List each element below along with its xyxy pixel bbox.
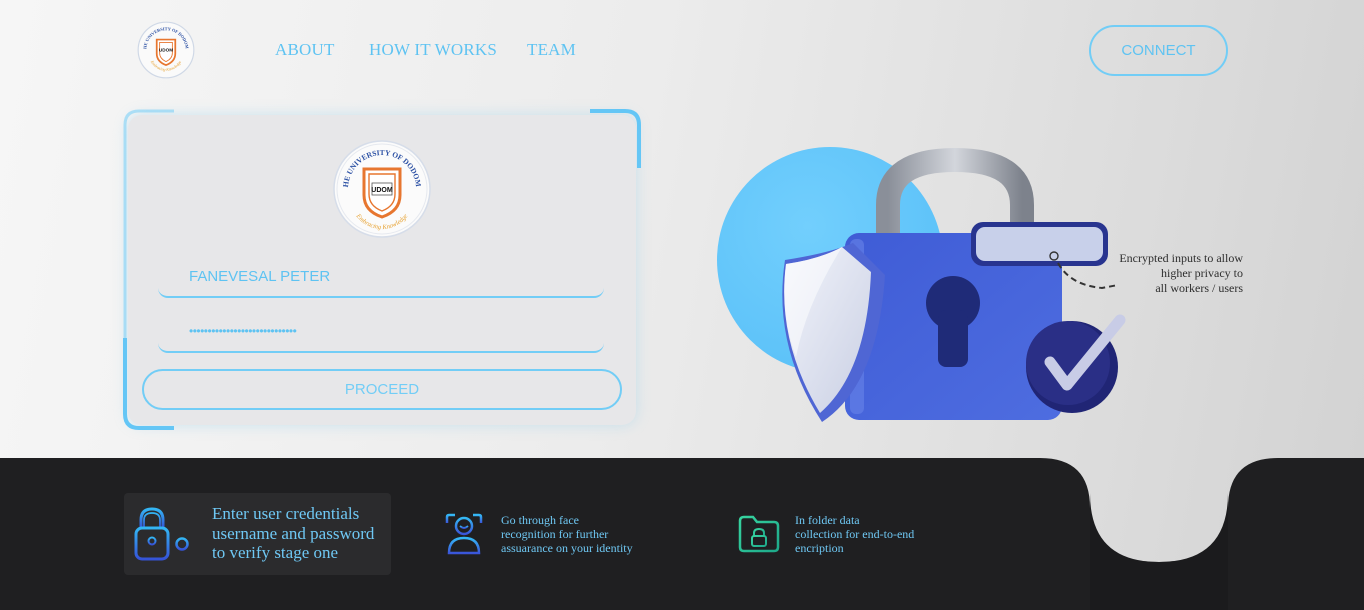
- step3-line-3: encription: [795, 541, 844, 555]
- step2-line-2: recognition for further: [501, 527, 609, 541]
- password-field[interactable]: •••••••••••••••••••••••••••••: [158, 311, 604, 353]
- caption-line-3: all workers / users: [1155, 281, 1243, 295]
- caption-line-2: higher privacy to: [1161, 266, 1243, 280]
- step2-line-3: assuarance on your identity: [501, 541, 633, 555]
- padlock-shield-check-icon: [717, 147, 1126, 422]
- step-text-folder: In folder data collection for end-to-end…: [795, 513, 945, 555]
- step3-line-1: In folder data: [795, 513, 860, 527]
- step1-line-3: to verify stage one: [212, 543, 339, 562]
- locked-folder-icon: [738, 515, 780, 553]
- svg-text:UDOM: UDOM: [371, 187, 393, 194]
- step-text-credentials: Enter user credentials username and pass…: [212, 504, 388, 563]
- nav-how-it-works[interactable]: HOW IT WORKS: [369, 40, 497, 60]
- nav-about[interactable]: ABOUT: [275, 40, 335, 60]
- lock-key-icon: [134, 507, 189, 561]
- nav-team[interactable]: TEAM: [527, 40, 576, 60]
- face-recognition-icon: [445, 513, 483, 555]
- step1-line-2: username and password: [212, 523, 375, 543]
- encryption-caption: Encrypted inputs to allow higher privacy…: [1105, 251, 1243, 296]
- username-value: FANEVESAL PETER: [189, 267, 331, 285]
- step3-line-2: collection for end-to-end: [795, 527, 915, 541]
- caption-line-1: Encrypted inputs to allow: [1119, 251, 1243, 265]
- university-logo-large: THE UNIVERSITY OF DODOMA UDOM Embracing …: [329, 132, 432, 239]
- connect-button[interactable]: CONNECT: [1089, 25, 1228, 76]
- step1-line-1: Enter user credentials: [212, 504, 360, 523]
- proceed-button[interactable]: PROCEED: [142, 369, 622, 410]
- svg-text:UDOM: UDOM: [159, 48, 173, 53]
- step2-line-1: Go through face: [501, 513, 579, 527]
- university-logo[interactable]: THE UNIVERSITY OF DODOMA UDOM Embracing …: [135, 17, 195, 79]
- password-value: •••••••••••••••••••••••••••••: [189, 324, 297, 338]
- step-text-face: Go through face recognition for further …: [501, 513, 661, 555]
- username-field[interactable]: FANEVESAL PETER: [158, 256, 604, 298]
